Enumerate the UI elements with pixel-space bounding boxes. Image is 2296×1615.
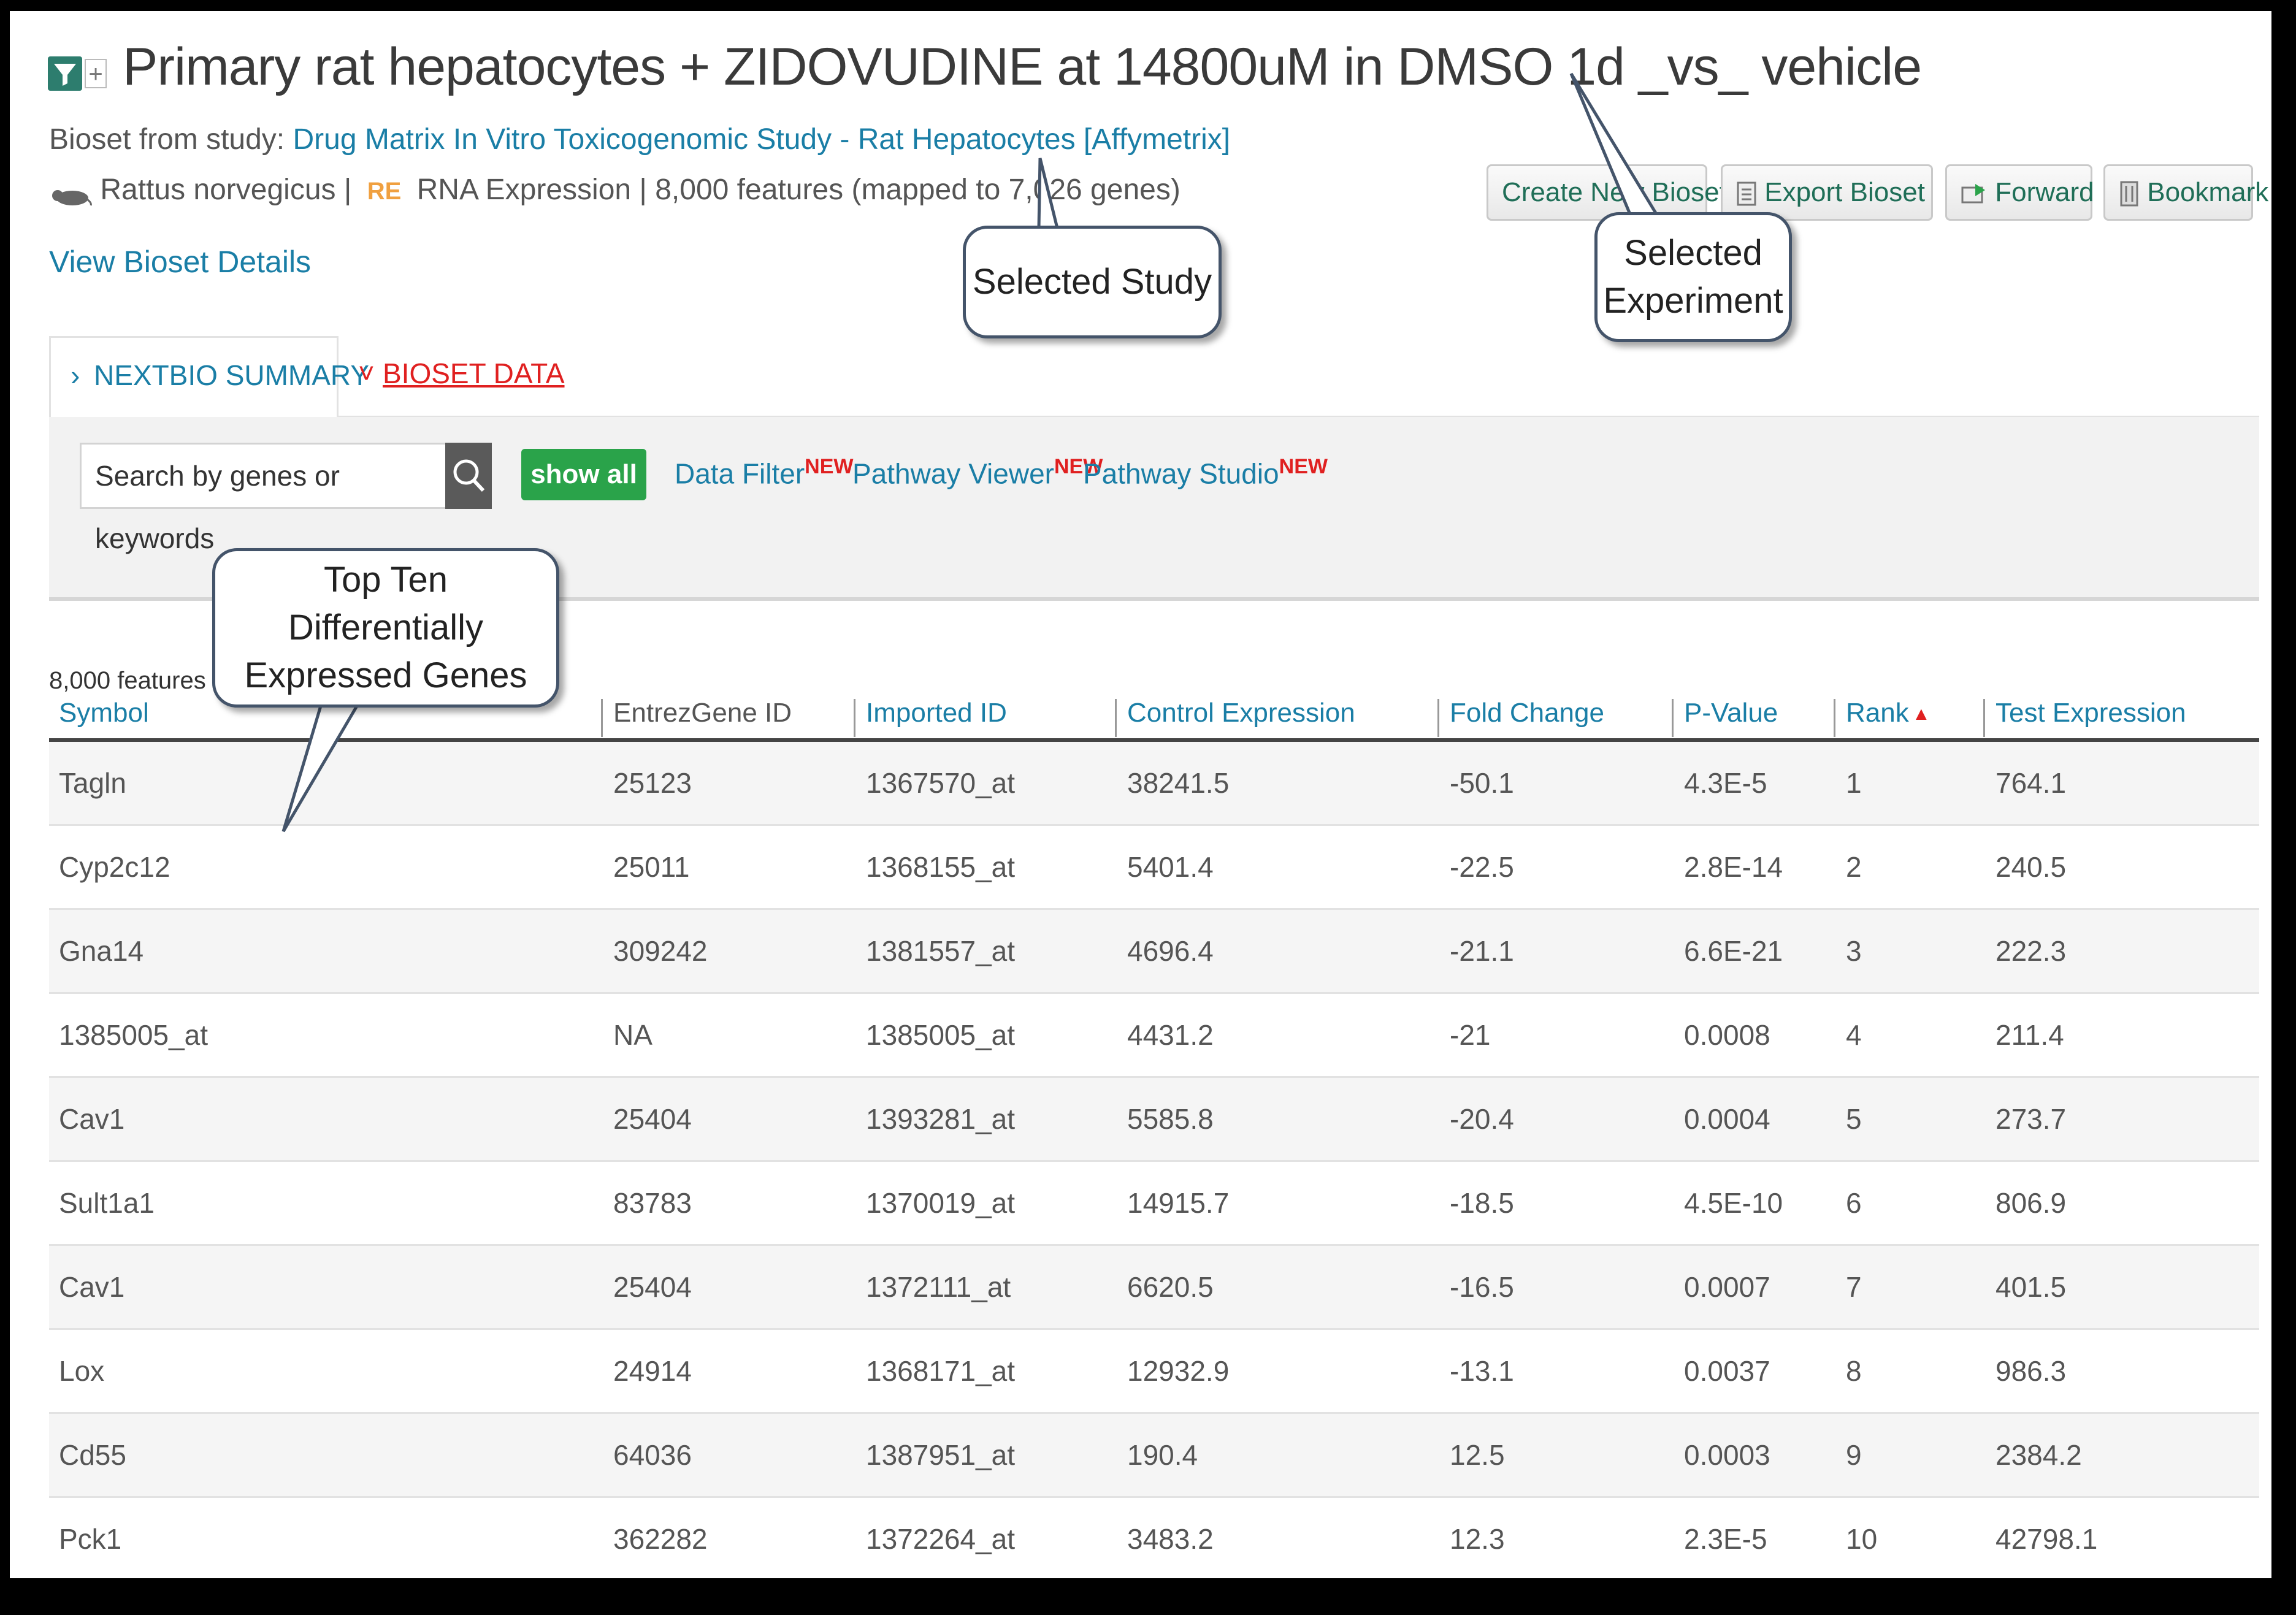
screenshot-border — [0, 0, 2296, 1615]
